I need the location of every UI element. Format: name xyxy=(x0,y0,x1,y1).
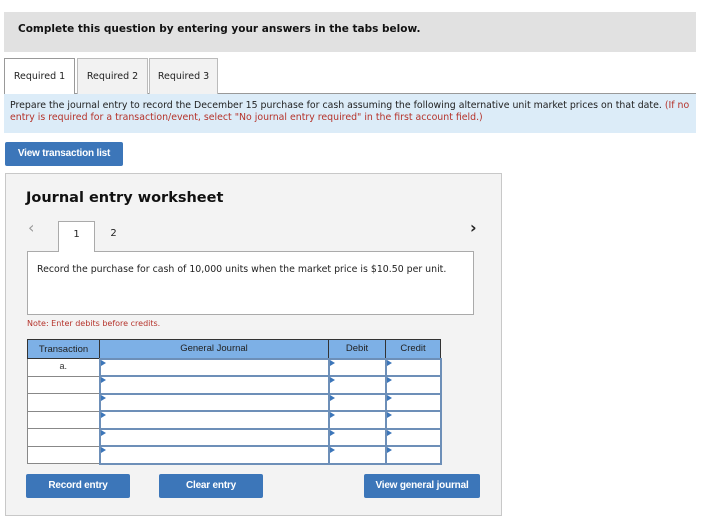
transaction-cell xyxy=(27,445,100,464)
table-row xyxy=(27,410,442,430)
credit-input[interactable] xyxy=(384,427,442,447)
transaction-cell xyxy=(27,375,100,394)
prompt-text: Prepare the journal entry to record the … xyxy=(10,100,662,111)
account-dropdown[interactable] xyxy=(98,357,330,377)
transaction-cell xyxy=(27,428,100,447)
step-tab-1[interactable]: 1 xyxy=(58,221,95,252)
header-debit: Debit xyxy=(328,339,386,359)
view-general-journal-button[interactable]: View general journal xyxy=(364,474,480,498)
account-dropdown[interactable] xyxy=(98,445,330,465)
transaction-description: Record the purchase for cash of 10,000 u… xyxy=(27,251,474,315)
table-row xyxy=(27,375,442,395)
credit-input[interactable] xyxy=(384,445,442,465)
credit-input[interactable] xyxy=(384,392,442,412)
transaction-cell xyxy=(27,393,100,412)
tab-required-2[interactable]: Required 2 xyxy=(77,58,148,94)
transaction-cell xyxy=(27,410,100,429)
tab-required-1[interactable]: Required 1 xyxy=(4,58,75,95)
journal-entry-worksheet: Journal entry worksheet ‹ 1 2 › Record t… xyxy=(5,173,502,516)
account-dropdown[interactable] xyxy=(98,427,330,447)
record-entry-button[interactable]: Record entry xyxy=(26,474,130,498)
debits-note: Note: Enter debits before credits. xyxy=(27,319,161,328)
table-row xyxy=(27,392,442,412)
clear-entry-button[interactable]: Clear entry xyxy=(159,474,263,498)
table-row xyxy=(27,445,442,465)
account-dropdown[interactable] xyxy=(98,392,330,412)
required-tabs: Required 1 Required 2 Required 3 xyxy=(4,58,696,95)
account-dropdown[interactable] xyxy=(98,410,330,430)
debit-input[interactable] xyxy=(327,445,387,465)
debit-input[interactable] xyxy=(327,392,387,412)
table-header-row: Transaction General Journal Debit Credit xyxy=(27,339,441,359)
table-row: a. xyxy=(27,357,442,377)
instruction-banner: Complete this question by entering your … xyxy=(4,12,696,52)
debit-input[interactable] xyxy=(327,375,387,395)
chevron-right-icon[interactable]: › xyxy=(470,218,477,237)
question-prompt: Prepare the journal entry to record the … xyxy=(4,94,696,133)
worksheet-title: Journal entry worksheet xyxy=(26,190,224,206)
step-tab-2[interactable]: 2 xyxy=(95,221,132,251)
debit-input[interactable] xyxy=(327,427,387,447)
credit-input[interactable] xyxy=(384,410,442,430)
table-row xyxy=(27,427,442,447)
credit-input[interactable] xyxy=(384,357,442,377)
instruction-text: Complete this question by entering your … xyxy=(18,23,421,35)
view-transaction-list-button[interactable]: View transaction list xyxy=(5,142,123,166)
credit-input[interactable] xyxy=(384,375,442,395)
debit-input[interactable] xyxy=(327,410,387,430)
header-credit: Credit xyxy=(385,339,441,359)
account-dropdown[interactable] xyxy=(98,375,330,395)
chevron-left-icon[interactable]: ‹ xyxy=(28,218,34,237)
header-general-journal: General Journal xyxy=(99,339,329,359)
journal-table: Transaction General Journal Debit Credit… xyxy=(27,339,442,465)
header-transaction: Transaction xyxy=(27,339,100,359)
debit-input[interactable] xyxy=(327,357,387,377)
description-text: Record the purchase for cash of 10,000 u… xyxy=(37,264,447,275)
transaction-cell: a. xyxy=(27,358,100,377)
tab-required-3[interactable]: Required 3 xyxy=(149,58,218,94)
